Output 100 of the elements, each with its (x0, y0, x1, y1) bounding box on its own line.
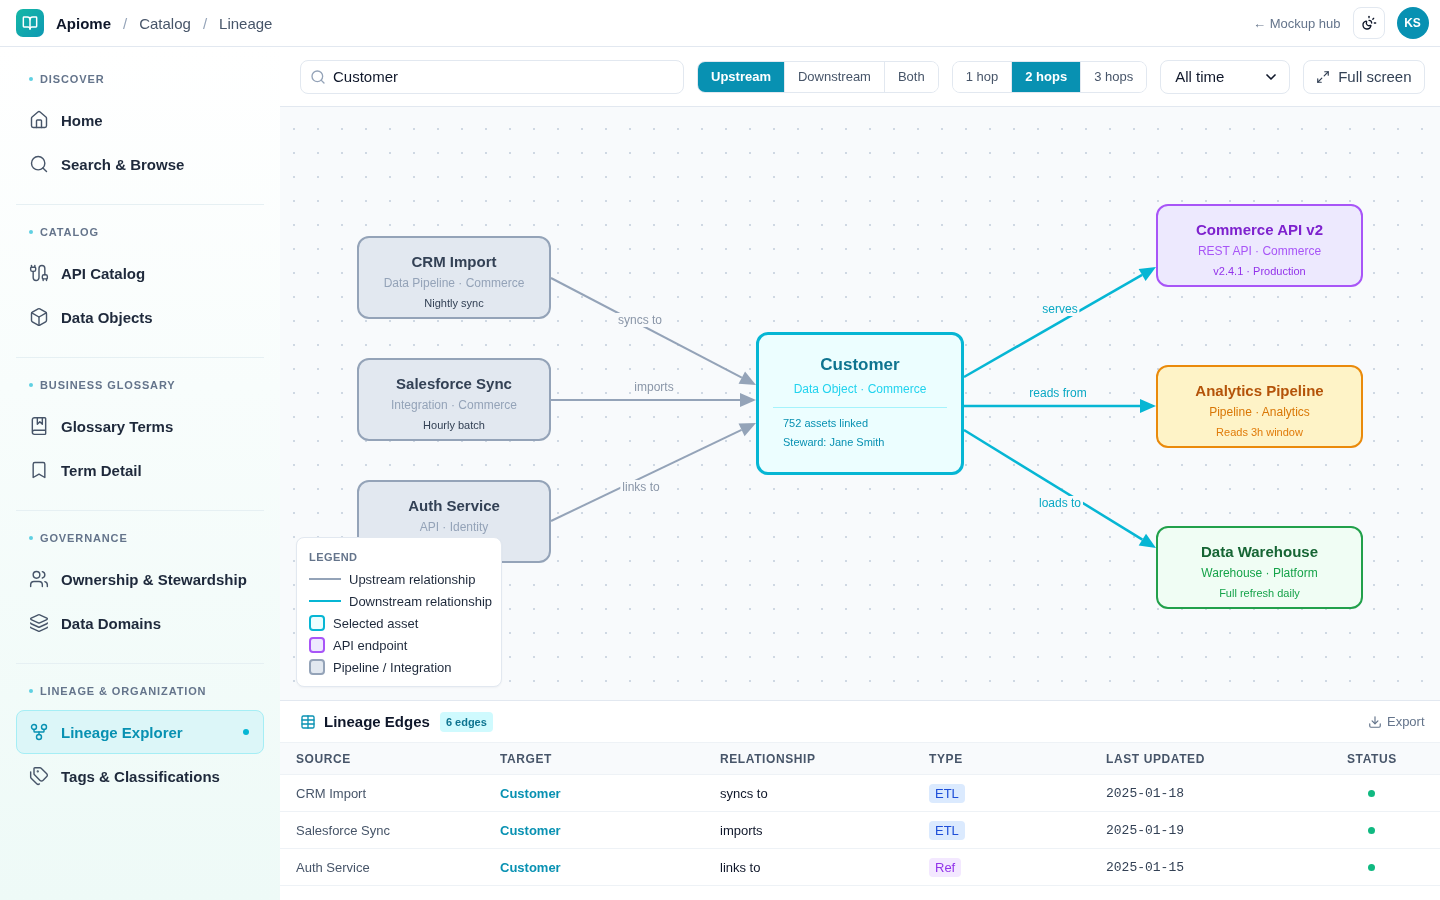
target-link[interactable]: Customer (500, 822, 561, 838)
node-subtitle: Pipeline · Analytics (1209, 404, 1310, 421)
hub-link[interactable]: ← Mockup hub (1253, 15, 1341, 31)
edge-label: loads to (1037, 496, 1083, 510)
nav-item[interactable]: Home (16, 98, 264, 142)
breadcrumb-separator: / (202, 14, 208, 32)
swatch-icon (309, 615, 325, 631)
plug-icon (29, 263, 49, 283)
edge-label: imports (632, 380, 676, 394)
type-badge: ETL (929, 783, 965, 803)
node-title: Data Warehouse (1201, 542, 1318, 562)
legend-label: Downstream relationship (349, 593, 493, 609)
hop-tab[interactable]: 3 hops (1080, 61, 1147, 92)
node-subtitle: Warehouse · Platform (1201, 565, 1318, 582)
direction-tab[interactable]: Both (883, 61, 938, 92)
search-field[interactable]: Customer (300, 59, 684, 94)
section-label: GOVERNANCE (40, 532, 128, 544)
nav-item[interactable]: Glossary Terms (16, 404, 264, 448)
column-header: STATUS (1346, 751, 1398, 766)
home-icon (29, 110, 49, 130)
node-title: Auth Service (408, 496, 500, 516)
export-button[interactable]: Export (1367, 714, 1425, 729)
nav-item[interactable]: Tags & Classifications (16, 754, 264, 798)
type-badge: Ref (929, 857, 962, 877)
legend-label: Upstream relationship (349, 571, 476, 587)
table-cell: 2025-01-19 (1106, 822, 1184, 838)
legend-label: Pipeline / Integration (333, 659, 452, 675)
theme-toggle-button[interactable] (1352, 7, 1385, 39)
type-badge: ETL (929, 820, 965, 840)
breadcrumb-separator: / (123, 14, 128, 32)
asset-node[interactable]: Commerce API v2 REST API · Commerce v2.4.1 · Production (1156, 204, 1363, 287)
nav-item[interactable]: Term Detail (16, 448, 264, 492)
column-header: TYPE (928, 751, 964, 766)
users-icon (29, 569, 49, 589)
section-label: BUSINESS GLOSSARY (40, 379, 176, 391)
asset-node[interactable]: Customer Data Object · Commerce 752 assets linked Steward: Jane Smith (756, 332, 964, 475)
legend-label: Selected asset (333, 615, 419, 631)
table-icon (300, 713, 316, 730)
direction-tab[interactable]: Upstream (698, 61, 784, 92)
nav-item[interactable]: Data Domains (16, 601, 264, 645)
hop-tab[interactable]: 2 hops (1011, 61, 1081, 92)
table-cell: Salesforce Sync (296, 822, 390, 838)
nav-item[interactable]: Data Objects (16, 295, 264, 339)
target-link[interactable]: Customer (500, 859, 561, 875)
node-title: Customer (820, 354, 900, 376)
logo-icon (16, 9, 44, 37)
bullet-icon (29, 689, 33, 693)
node-detail: Hourly batch (423, 418, 485, 433)
node-detail: Full refresh daily (1219, 586, 1300, 601)
connected-nodes-icon (29, 722, 49, 742)
asset-node[interactable]: Data Warehouse Warehouse · Platform Full refresh daily (1156, 526, 1363, 609)
line-icon (309, 600, 341, 602)
user-avatar[interactable]: KS (1396, 7, 1429, 39)
asset-node[interactable]: Salesforce Sync Integration · Commerce Hourly batch (357, 358, 551, 441)
download-icon (1367, 714, 1382, 729)
section-label: DISCOVER (40, 73, 105, 85)
legend-label: API endpoint (333, 637, 408, 653)
nav-item[interactable]: Search & Browse (16, 142, 264, 186)
panel-title: Lineage Edges (324, 713, 430, 730)
target-link[interactable]: Customer (500, 785, 561, 801)
bullet-icon (29, 77, 33, 81)
node-title: CRM Import (411, 252, 497, 272)
search-icon (29, 154, 49, 174)
line-icon (309, 578, 341, 580)
table-cell: syncs to (720, 785, 768, 801)
bookmark-icon (29, 460, 49, 480)
asset-node[interactable]: Analytics Pipeline Pipeline · Analytics Reads 3h window (1156, 365, 1363, 448)
bullet-icon (29, 536, 33, 540)
bookmarked-book-icon (29, 416, 49, 436)
column-header: SOURCE (295, 751, 352, 766)
count-badge: 6 edges (439, 711, 493, 732)
legend-title: LEGEND (309, 550, 359, 565)
section-label: LINEAGE & ORGANIZATION (40, 685, 207, 697)
swatch-icon (309, 637, 325, 653)
fullscreen-button[interactable]: Full screen (1303, 59, 1425, 94)
active-dot-icon (243, 729, 249, 735)
column-header: RELATIONSHIP (719, 751, 817, 766)
breadcrumb-link[interactable]: Catalog (139, 14, 191, 32)
breadcrumb-link[interactable]: Lineage (219, 14, 273, 32)
edge-label: links to (620, 480, 662, 494)
time-range-select[interactable]: All time (1160, 59, 1291, 94)
nav-item[interactable]: Ownership & Stewardship (16, 557, 264, 601)
column-header: TARGET (499, 751, 554, 766)
table-cell: Auth Service (296, 859, 370, 875)
nav-item[interactable]: API Catalog (16, 251, 264, 295)
edge-label: reads from (1027, 386, 1089, 400)
node-title: Salesforce Sync (396, 374, 512, 394)
node-detail: Steward: Jane Smith (783, 435, 885, 450)
node-detail: Nightly sync (424, 296, 484, 311)
asset-node[interactable]: CRM Import Data Pipeline · Commerce Nightly sync (357, 236, 551, 319)
node-detail: v2.4.1 · Production (1213, 264, 1306, 279)
table-cell: 2025-01-18 (1106, 785, 1184, 801)
section-label: CATALOG (40, 226, 99, 238)
swatch-icon (309, 659, 325, 675)
table-cell: 2025-01-15 (1106, 859, 1184, 875)
node-subtitle: REST API · Commerce (1197, 243, 1322, 260)
node-subtitle: API · Identity (419, 519, 489, 536)
node-subtitle: Data Pipeline · Commerce (383, 275, 525, 292)
node-title: Analytics Pipeline (1195, 381, 1324, 401)
bullet-icon (29, 230, 33, 234)
